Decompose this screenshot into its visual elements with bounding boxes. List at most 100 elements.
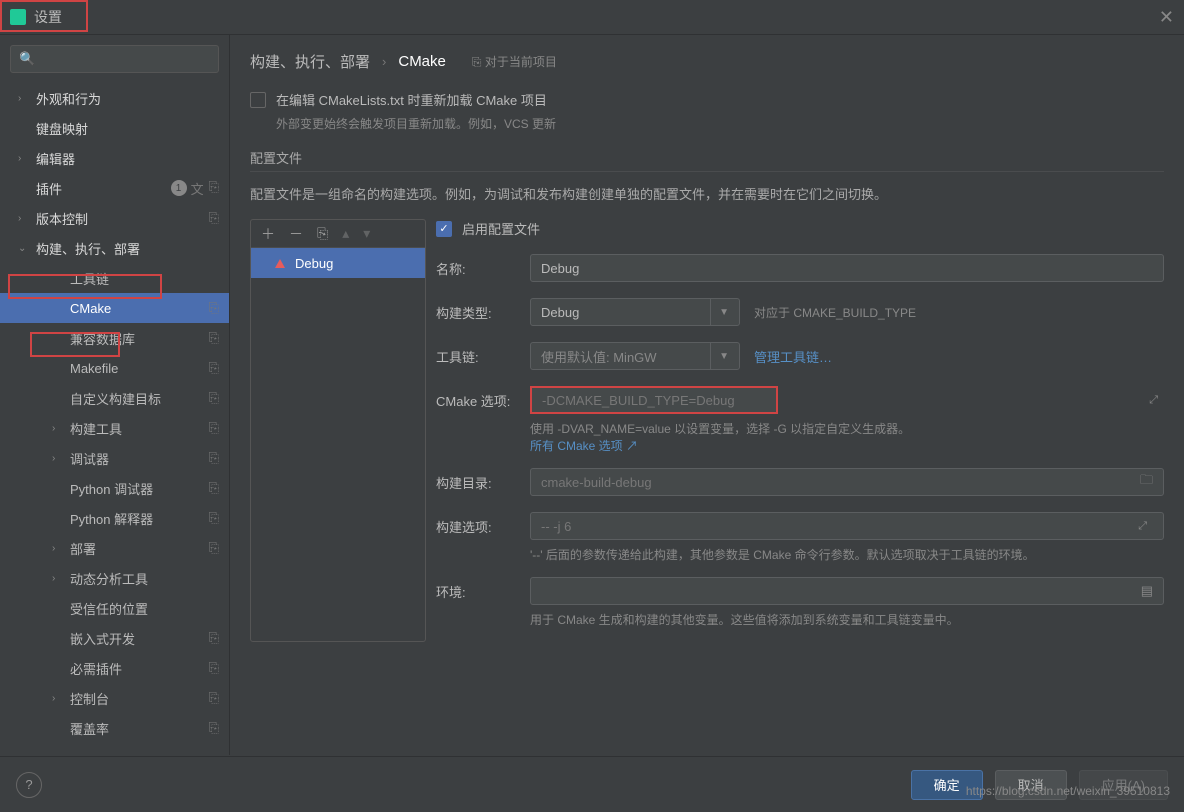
breadcrumb-scope: 对于当前项目 — [472, 53, 557, 70]
sidebar-item-label: CMake — [70, 301, 209, 316]
reload-checkbox[interactable] — [250, 92, 266, 108]
profile-list: ＋ － ⎘ ▴ ▾ Debug — [250, 219, 426, 642]
copy-icon[interactable]: ⎘ — [317, 225, 328, 242]
buildopt-input[interactable]: -- -j 6 ⤢ — [530, 512, 1164, 540]
profile-form: 启用配置文件 名称: Debug 构建类型: Debug▼ 对应于 CMAKE_… — [436, 219, 1164, 642]
sidebar-item[interactable]: Makefile⎘ — [0, 353, 229, 383]
enable-profile-row[interactable]: 启用配置文件 — [436, 219, 1164, 238]
all-cmake-options-link[interactable]: 所有 CMake 选项 ↗ — [530, 439, 638, 453]
up-icon[interactable]: ▴ — [342, 225, 349, 242]
scope-icon: ⎘ — [209, 300, 219, 316]
scope-icon: ⎘ — [209, 179, 219, 198]
toolchain-label: 工具链: — [436, 347, 516, 366]
breadcrumb-parent[interactable]: 构建、执行、部署 — [250, 51, 370, 72]
scope-icon: ⎘ — [209, 480, 219, 496]
profile-item-label: Debug — [295, 256, 333, 271]
sidebar-item[interactable]: 嵌入式开发⎘ — [0, 623, 229, 653]
help-button[interactable]: ? — [16, 772, 42, 798]
down-icon[interactable]: ▾ — [363, 225, 370, 242]
sidebar-item-label: 外观和行为 — [36, 89, 219, 108]
sidebar-item[interactable]: › 构建工具⎘ — [0, 413, 229, 443]
scope-icon: ⎘ — [209, 450, 219, 466]
folder-icon[interactable]: 🗀 — [1140, 471, 1153, 493]
add-icon[interactable]: ＋ — [261, 224, 275, 244]
sidebar-item-label: Makefile — [70, 361, 209, 376]
scope-icon: ⎘ — [209, 660, 219, 676]
cmakeopt-input[interactable]: -DCMAKE_BUILD_TYPE=Debug — [530, 386, 778, 414]
watermark: https://blog.csdn.net/weixin_39510813 — [966, 784, 1170, 798]
chevron-down-icon: ▼ — [710, 299, 729, 325]
sidebar-item[interactable]: 受信任的位置 — [0, 593, 229, 623]
builddir-input[interactable]: cmake-build-debug 🗀 — [530, 468, 1164, 496]
scope-icon: ⎘ — [209, 690, 219, 706]
expand-icon[interactable]: ⤢ — [1132, 520, 1153, 533]
remove-icon[interactable]: － — [289, 224, 303, 244]
sidebar-item[interactable]: › 外观和行为 — [0, 83, 229, 113]
reload-checkbox-row[interactable]: 在编辑 CMakeLists.txt 时重新加载 CMake 项目 — [250, 90, 1164, 109]
env-row: 环境: ▤ — [436, 577, 1164, 605]
sidebar-item[interactable]: ›编辑器 — [0, 143, 229, 173]
manage-toolchains-link[interactable]: 管理工具链… — [754, 347, 832, 366]
sidebar-item[interactable]: › 调试器⎘ — [0, 443, 229, 473]
sidebar-item-label: 动态分析工具 — [70, 569, 219, 588]
profile-item-debug[interactable]: Debug — [251, 248, 425, 278]
buildopt-hint: '--' 后面的参数传递给此构建，其他参数是 CMake 命令行参数。默认选项取… — [530, 546, 1164, 563]
sidebar-item-label: 必需插件 — [70, 659, 209, 678]
chevron-icon: › — [52, 573, 66, 584]
sidebar-item-label: 覆盖率 — [70, 719, 209, 738]
window-title: 设置 — [34, 7, 62, 27]
profiles-desc: 配置文件是一组命名的构建选项。例如，为调试和发布构建创建单独的配置文件，并在需要… — [250, 184, 1164, 203]
sidebar-item[interactable]: 兼容数据库⎘ — [0, 323, 229, 353]
buildtype-select[interactable]: Debug▼ — [530, 298, 740, 326]
sidebar-item[interactable]: Python 调试器⎘ — [0, 473, 229, 503]
content-panel: 构建、执行、部署 › CMake 对于当前项目 在编辑 CMakeLists.t… — [230, 35, 1184, 755]
env-input[interactable]: ▤ — [530, 577, 1164, 605]
env-label: 环境: — [436, 582, 516, 601]
sidebar-item[interactable]: Python 解释器⎘ — [0, 503, 229, 533]
expand-icon[interactable]: ⤢ — [1143, 394, 1164, 407]
sidebar-item[interactable]: CMake⎘ — [0, 293, 229, 323]
sidebar-item-label: 工具链 — [70, 269, 219, 288]
builddir-label: 构建目录: — [436, 473, 516, 492]
main-area: 🔍 ›外观和行为键盘映射›编辑器插件1文⎘›版本控制⎘⌄构建、执行、部署工具链C… — [0, 35, 1184, 755]
sidebar-item-label: 编辑器 — [36, 149, 219, 168]
sidebar-item[interactable]: ›控制台⎘ — [0, 683, 229, 713]
enable-profile-label: 启用配置文件 — [462, 219, 540, 238]
enable-profile-checkbox[interactable] — [436, 221, 452, 237]
sidebar-item-label: 调试器 — [70, 449, 209, 468]
toolchain-select[interactable]: 使用默认值: MinGW▼ — [530, 342, 740, 370]
sidebar-item[interactable]: ⌄构建、执行、部署 — [0, 233, 229, 263]
cmakeopt-hint: 使用 -DVAR_NAME=value 以设置变量，选择 -G 以指定自定义生成… — [530, 420, 1164, 454]
scope-icon: ⎘ — [209, 390, 219, 406]
list-icon[interactable]: ▤ — [1141, 583, 1153, 599]
scope-icon: ⎘ — [209, 420, 219, 436]
chevron-icon: › — [18, 93, 32, 104]
sidebar-item[interactable]: 键盘映射 — [0, 113, 229, 143]
sidebar-item-label: 自定义构建目标 — [70, 389, 209, 408]
sidebar-item[interactable]: 必需插件⎘ — [0, 653, 229, 683]
buildtype-hint: 对应于 CMAKE_BUILD_TYPE — [754, 304, 916, 321]
cmake-icon — [275, 259, 285, 268]
buildopt-label: 构建选项: — [436, 517, 516, 536]
buildtype-label: 构建类型: — [436, 303, 516, 322]
sidebar-item[interactable]: ›部署⎘ — [0, 533, 229, 563]
reload-hint: 外部变更始终会触发项目重新加载。例如，VCS 更新 — [276, 115, 1164, 132]
sidebar-item-label: 构建工具 — [70, 419, 209, 438]
chevron-icon: › — [52, 453, 66, 464]
chevron-icon: › — [52, 423, 66, 434]
sidebar-item[interactable]: 工具链 — [0, 263, 229, 293]
sidebar-item[interactable]: 自定义构建目标⎘ — [0, 383, 229, 413]
profile-toolbar: ＋ － ⎘ ▴ ▾ — [251, 220, 425, 248]
search-input[interactable]: 🔍 — [10, 45, 219, 73]
chevron-icon: ⌄ — [18, 243, 32, 254]
sidebar-item[interactable]: 插件1文⎘ — [0, 173, 229, 203]
sidebar-item[interactable]: 覆盖率⎘ — [0, 713, 229, 743]
close-icon[interactable]: ✕ — [1159, 7, 1174, 28]
sidebar-item[interactable]: › 动态分析工具 — [0, 563, 229, 593]
sidebar-item-label: 受信任的位置 — [70, 599, 219, 618]
name-input[interactable]: Debug — [530, 254, 1164, 282]
chevron-down-icon: ▼ — [710, 343, 729, 369]
cmakeopt-label: CMake 选项: — [436, 391, 516, 410]
sidebar-item[interactable]: ›版本控制⎘ — [0, 203, 229, 233]
scope-icon: ⎘ — [209, 330, 219, 346]
